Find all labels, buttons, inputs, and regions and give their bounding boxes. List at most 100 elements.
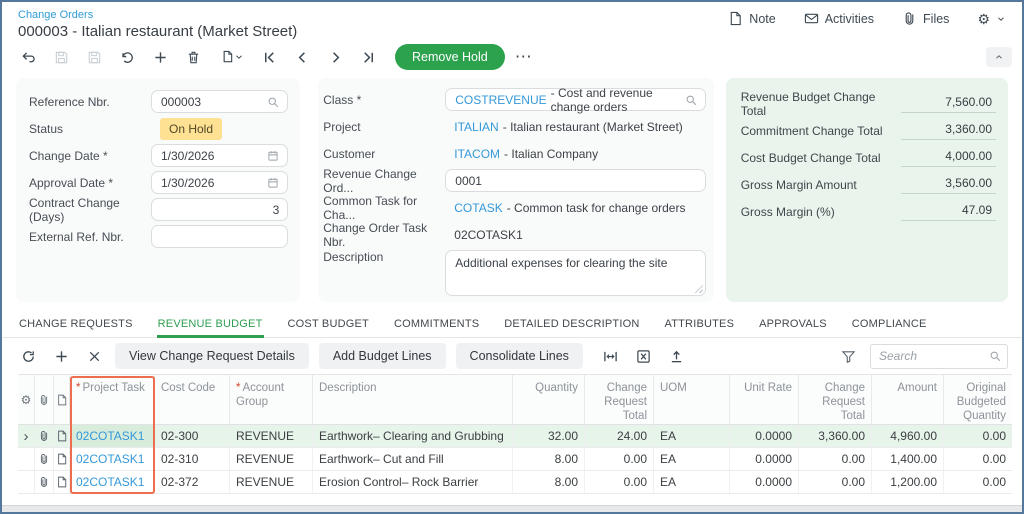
tab-approvals[interactable]: APPROVALS bbox=[758, 311, 828, 337]
delete-row-button[interactable] bbox=[82, 344, 106, 368]
table-row[interactable]: 02COTASK1 02-372 REVENUE Erosion Control… bbox=[18, 471, 1012, 494]
project-code-link[interactable]: ITALIAN bbox=[454, 120, 498, 134]
cost-code-cell[interactable]: 02-372 bbox=[155, 471, 230, 493]
note-button[interactable]: Note bbox=[728, 11, 776, 26]
account-group-cell[interactable]: REVENUE bbox=[230, 448, 313, 470]
back-button[interactable] bbox=[16, 45, 40, 69]
column-header-description[interactable]: Description bbox=[313, 375, 513, 424]
amount-cell[interactable]: 4,960.00 bbox=[872, 425, 944, 447]
row-note-cell[interactable] bbox=[54, 448, 70, 470]
tab-commitments[interactable]: COMMITMENTS bbox=[393, 311, 480, 337]
tab-change-requests[interactable]: CHANGE REQUESTS bbox=[18, 311, 134, 337]
uom-cell[interactable]: EA bbox=[654, 471, 730, 493]
row-expand-cell[interactable]: › bbox=[18, 425, 35, 447]
original-budgeted-quantity-cell[interactable]: 0.00 bbox=[944, 471, 1012, 493]
table-row[interactable]: 02COTASK1 02-310 REVENUE Earthwork– Cut … bbox=[18, 448, 1012, 471]
notes-column-header[interactable] bbox=[54, 375, 70, 424]
uom-cell[interactable]: EA bbox=[654, 425, 730, 447]
customer-code-link[interactable]: ITACOM bbox=[454, 147, 500, 161]
settings-menu-button[interactable]: ⚙ bbox=[977, 12, 1006, 26]
add-row-button[interactable] bbox=[49, 344, 73, 368]
change-date-input[interactable]: 1/30/2026 bbox=[151, 144, 289, 167]
first-record-button[interactable] bbox=[257, 45, 281, 69]
description-cell[interactable]: Erosion Control– Rock Barrier bbox=[313, 471, 513, 493]
quantity-cell[interactable]: 32.00 bbox=[513, 425, 585, 447]
revenue-change-order-input[interactable]: 0001 bbox=[445, 169, 706, 192]
import-from-file-button[interactable] bbox=[665, 344, 689, 368]
amount-cell[interactable]: 1,400.00 bbox=[872, 448, 944, 470]
change-request-total-amount-cell[interactable]: 0.00 bbox=[799, 448, 872, 470]
original-budgeted-quantity-cell[interactable]: 0.00 bbox=[944, 425, 1012, 447]
row-expand-cell[interactable] bbox=[18, 471, 35, 493]
approval-date-input[interactable]: 1/30/2026 bbox=[151, 171, 289, 194]
column-header-change-request-total-amount[interactable]: Change Request Total Amount bbox=[799, 375, 872, 424]
contract-change-input[interactable]: 3 bbox=[151, 198, 289, 221]
collapse-panel-button[interactable] bbox=[986, 47, 1012, 67]
files-button[interactable]: Files bbox=[902, 11, 949, 26]
refresh-button[interactable] bbox=[16, 344, 40, 368]
uom-cell[interactable]: EA bbox=[654, 448, 730, 470]
description-textarea[interactable]: Additional expenses for clearing the sit… bbox=[445, 250, 706, 296]
column-header-amount[interactable]: Amount bbox=[872, 375, 944, 424]
tab-revenue-budget[interactable]: REVENUE BUDGET bbox=[156, 311, 264, 338]
change-request-total-amount-cell[interactable]: 3,360.00 bbox=[799, 425, 872, 447]
row-attachment-cell[interactable] bbox=[35, 425, 54, 447]
cost-code-cell[interactable]: 02-310 bbox=[155, 448, 230, 470]
change-request-total-quantity-cell[interactable]: 24.00 bbox=[585, 425, 654, 447]
calendar-icon[interactable] bbox=[267, 177, 279, 189]
external-ref-input[interactable] bbox=[151, 225, 289, 248]
quantity-cell[interactable]: 8.00 bbox=[513, 448, 585, 470]
add-budget-lines-button[interactable]: Add Budget Lines bbox=[318, 343, 446, 369]
tab-detailed-description[interactable]: DETAILED DESCRIPTION bbox=[503, 311, 640, 337]
resize-handle[interactable] bbox=[693, 284, 703, 293]
add-new-button[interactable] bbox=[148, 45, 172, 69]
common-task-code-link[interactable]: COTASK bbox=[454, 201, 502, 215]
calendar-icon[interactable] bbox=[267, 150, 279, 162]
cancel-undo-button[interactable] bbox=[115, 45, 139, 69]
column-header-uom[interactable]: UOM bbox=[654, 375, 730, 424]
column-header-original-budgeted-quantity[interactable]: Original Budgeted Quantity bbox=[944, 375, 1012, 424]
description-cell[interactable]: Earthwork– Clearing and Grubbing bbox=[313, 425, 513, 447]
row-attachment-cell[interactable] bbox=[35, 471, 54, 493]
table-row[interactable]: › 02COTASK1 02-300 REVENUE Earthwork– Cl… bbox=[18, 425, 1012, 448]
view-change-request-details-button[interactable]: View Change Request Details bbox=[115, 343, 309, 369]
column-header-cost-code[interactable]: Cost Code bbox=[155, 375, 230, 424]
unit-rate-cell[interactable]: 0.0000 bbox=[730, 471, 799, 493]
more-actions-button[interactable]: ⋯ bbox=[515, 47, 533, 67]
grid-settings-header[interactable]: ⚙ bbox=[18, 375, 35, 424]
previous-record-button[interactable] bbox=[290, 45, 314, 69]
description-cell[interactable]: Earthwork– Cut and Fill bbox=[313, 448, 513, 470]
class-input[interactable]: COSTREVENUE - Cost and revenue change or… bbox=[445, 86, 706, 114]
row-attachment-cell[interactable] bbox=[35, 448, 54, 470]
tab-cost-budget[interactable]: COST BUDGET bbox=[287, 311, 370, 337]
fit-to-screen-button[interactable] bbox=[599, 344, 623, 368]
search-icon[interactable] bbox=[685, 94, 697, 106]
filter-button[interactable] bbox=[841, 349, 856, 364]
search-input[interactable] bbox=[870, 343, 1008, 369]
change-request-total-quantity-cell[interactable]: 0.00 bbox=[585, 471, 654, 493]
change-request-total-amount-cell[interactable]: 0.00 bbox=[799, 471, 872, 493]
attachments-column-header[interactable] bbox=[35, 375, 54, 424]
change-request-total-quantity-cell[interactable]: 0.00 bbox=[585, 448, 654, 470]
column-header-unit-rate[interactable]: Unit Rate bbox=[730, 375, 799, 424]
remove-hold-button[interactable]: Remove Hold bbox=[395, 44, 505, 70]
quantity-cell[interactable]: 8.00 bbox=[513, 471, 585, 493]
column-header-change-request-total-quantity[interactable]: Change Request Total Quantity bbox=[585, 375, 654, 424]
column-header-quantity[interactable]: Quantity bbox=[513, 375, 585, 424]
original-budgeted-quantity-cell[interactable]: 0.00 bbox=[944, 448, 1012, 470]
cost-code-cell[interactable]: 02-300 bbox=[155, 425, 230, 447]
export-to-excel-button[interactable] bbox=[632, 344, 656, 368]
account-group-cell[interactable]: REVENUE bbox=[230, 471, 313, 493]
amount-cell[interactable]: 1,200.00 bbox=[872, 471, 944, 493]
tab-attributes[interactable]: ATTRIBUTES bbox=[664, 311, 736, 337]
row-note-cell[interactable] bbox=[54, 471, 70, 493]
activities-button[interactable]: Activities bbox=[804, 11, 874, 26]
column-header-account-group[interactable]: * Account Group bbox=[230, 375, 313, 424]
unit-rate-cell[interactable]: 0.0000 bbox=[730, 448, 799, 470]
reference-nbr-input[interactable]: 000003 bbox=[151, 90, 289, 113]
project-task-link[interactable]: 02COTASK1 bbox=[76, 429, 144, 443]
next-record-button[interactable] bbox=[323, 45, 347, 69]
unit-rate-cell[interactable]: 0.0000 bbox=[730, 425, 799, 447]
project-task-link[interactable]: 02COTASK1 bbox=[76, 452, 144, 466]
search-icon[interactable] bbox=[267, 96, 279, 108]
